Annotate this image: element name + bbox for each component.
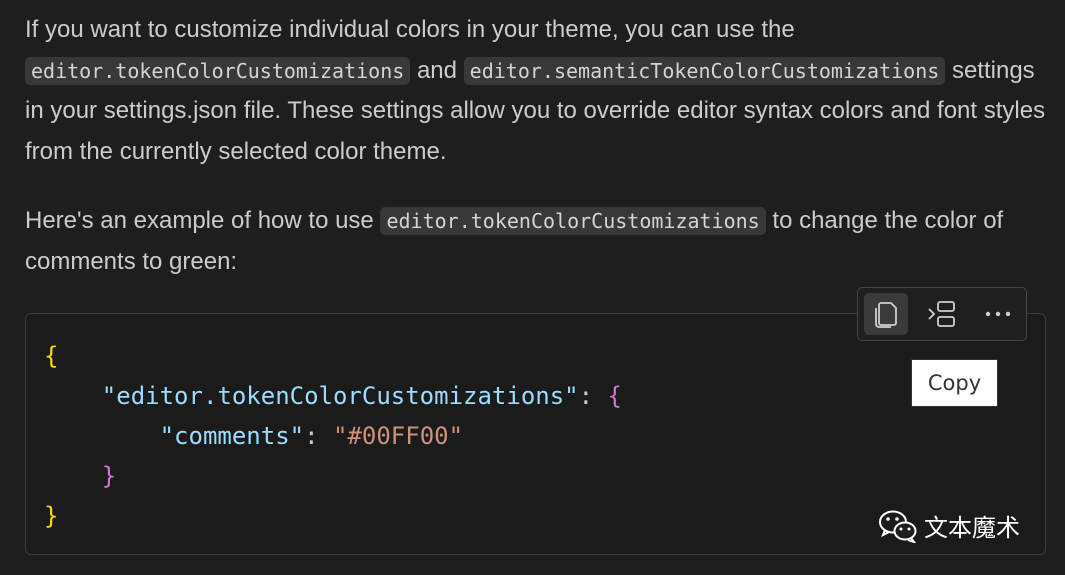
code-brace: { xyxy=(44,342,59,370)
paragraph-text: Here's an example of how to use xyxy=(25,207,381,234)
more-actions-icon xyxy=(985,311,1011,317)
inline-code-token-color: editor.tokenColorCustomizations xyxy=(380,207,766,235)
code-brace: } xyxy=(101,462,117,490)
insert-at-cursor-icon xyxy=(928,301,955,327)
code-block-toolbar xyxy=(857,287,1027,341)
insert-at-cursor-button[interactable] xyxy=(920,293,964,335)
code-line-2: "editor.tokenColorCustomizations": { xyxy=(44,376,622,416)
intro-paragraph: If you want to customize individual colo… xyxy=(25,10,1055,172)
copy-tooltip: Copy xyxy=(911,359,998,407)
more-actions-button[interactable] xyxy=(976,293,1020,335)
code-string: "#00FF00" xyxy=(333,422,464,450)
code-brace: } xyxy=(44,502,59,530)
inline-code-token-color: editor.tokenColorCustomizations xyxy=(25,56,411,85)
code-line-5: } xyxy=(44,496,58,536)
example-paragraph: Here's an example of how to use editor.t… xyxy=(25,201,1055,282)
paragraph-text: and xyxy=(410,56,464,84)
code-key: "comments" xyxy=(159,422,305,450)
code-key: "editor.tokenColorCustomizations" xyxy=(101,382,579,410)
code-line-3: "comments": "#00FF00" xyxy=(44,416,463,456)
wechat-icon xyxy=(879,510,917,543)
watermark: 文本魔术 xyxy=(878,508,1020,543)
watermark-text: 文本魔术 xyxy=(924,514,1020,542)
paragraph-text: If you want to customize individual colo… xyxy=(25,16,795,43)
code-line-4: } xyxy=(44,456,116,496)
code-brace: { xyxy=(607,382,622,410)
inline-code-semantic-token-color: editor.semanticTokenColorCustomizations xyxy=(463,56,946,85)
copy-button[interactable] xyxy=(864,293,908,335)
code-colon: : xyxy=(578,382,608,410)
code-colon: : xyxy=(304,422,333,450)
copy-icon xyxy=(875,302,897,328)
code-line-1: { xyxy=(44,336,58,376)
